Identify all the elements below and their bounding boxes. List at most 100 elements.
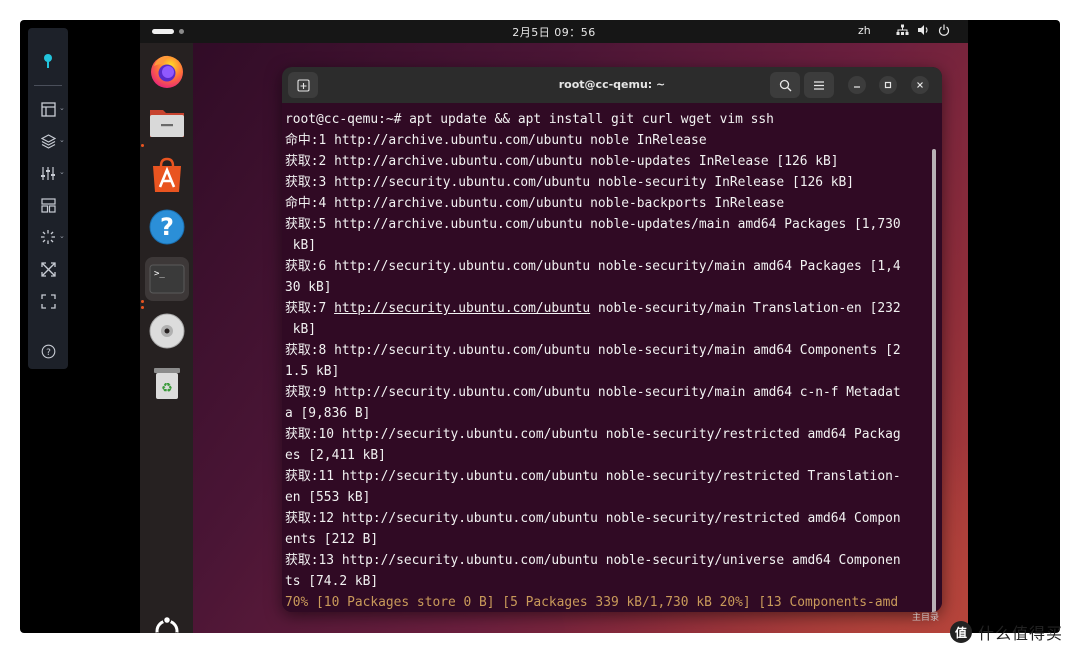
expand-icon — [40, 261, 56, 277]
minimize-icon — [854, 86, 860, 88]
svg-text:?: ? — [160, 213, 174, 241]
line-rest: noble-security/main Translation-en [232 — [590, 301, 901, 316]
terminal-line: ts [74.2 kB] — [285, 574, 379, 589]
dock-item-files[interactable] — [145, 101, 189, 145]
volume-icon — [918, 25, 928, 35]
dock-item-disc[interactable] — [145, 309, 189, 353]
files-icon — [150, 110, 184, 137]
menu-button[interactable] — [804, 72, 834, 98]
terminal-output[interactable]: root@cc-qemu:~# apt update && apt instal… — [282, 103, 942, 612]
maximize-icon — [884, 81, 892, 89]
window-layout-icon — [40, 101, 56, 117]
loading-icon — [41, 230, 55, 244]
input-language[interactable]: zh — [858, 24, 871, 37]
close-button[interactable] — [911, 76, 929, 94]
search-button[interactable] — [770, 72, 800, 98]
running-indicator — [141, 300, 144, 303]
terminal-header[interactable]: root@cc-qemu: ~ — [282, 67, 942, 103]
sliders-icon — [41, 166, 55, 180]
pin-icon — [44, 54, 52, 68]
terminal-line: 获取:8 http://security.ubuntu.com/ubuntu n… — [285, 343, 901, 358]
dock-item-help[interactable]: ? — [145, 205, 189, 249]
expand-button[interactable] — [28, 256, 68, 282]
app-center-icon — [153, 157, 181, 192]
terminal-line: 命中:1 http://archive.ubuntu.com/ubuntu no… — [285, 133, 707, 148]
layers-icon — [40, 133, 56, 149]
svg-text:>_: >_ — [154, 269, 165, 279]
dock-item-firefox[interactable] — [145, 49, 189, 93]
scrollbar[interactable] — [932, 149, 936, 612]
terminal-line: 获取:10 http://security.ubuntu.com/ubuntu … — [285, 427, 901, 442]
loading-button[interactable]: ⌄ — [28, 224, 68, 250]
terminal-line: en [553 kB] — [285, 490, 371, 505]
network-icon — [896, 24, 909, 35]
terminal-line: a [9,836 B] — [285, 406, 371, 421]
desktop-home-label[interactable]: 主目录 — [912, 610, 939, 623]
terminal-line: 命中:4 http://archive.ubuntu.com/ubuntu no… — [285, 196, 785, 211]
terminal-line: 30 kB] — [285, 280, 332, 295]
terminal-line: 获取:3 http://security.ubuntu.com/ubuntu n… — [285, 175, 855, 190]
terminal-icon: >_ — [149, 264, 185, 294]
help-button[interactable]: ? — [28, 338, 68, 364]
show-apps-button[interactable] — [145, 609, 189, 633]
maximize-button[interactable] — [879, 76, 897, 94]
terminal-line: ents [212 B] — [285, 532, 379, 547]
vm-toolbar: ⌄ ⌄ ⌄ ⌄ ? — [28, 28, 68, 369]
terminal-link[interactable]: http://security.ubuntu.com/ubuntu — [334, 301, 590, 316]
help-icon: ? — [41, 344, 55, 358]
help-icon: ? — [149, 209, 185, 245]
terminal-line: 获取:13 http://security.ubuntu.com/ubuntu … — [285, 553, 901, 568]
chevron-down-icon: ⌄ — [59, 136, 65, 144]
window-title: root@cc-qemu: ~ — [558, 78, 666, 91]
hamburger-icon — [814, 80, 824, 90]
disc-icon — [149, 313, 185, 349]
firefox-icon — [151, 55, 183, 88]
chevron-down-icon: ⌄ — [59, 168, 65, 176]
top-bar: 2月5日 09：56 zh — [140, 20, 968, 43]
terminal-line: 获取:11 http://security.ubuntu.com/ubuntu … — [285, 469, 901, 484]
search-icon — [779, 79, 791, 91]
terminal-line: 获取:5 http://archive.ubuntu.com/ubuntu no… — [285, 217, 901, 232]
settings-sliders-button[interactable]: ⌄ — [28, 160, 68, 186]
terminal-window[interactable]: root@cc-qemu: ~ root@cc-qemu:~# apt upda… — [282, 67, 942, 612]
fullscreen-button[interactable] — [28, 288, 68, 314]
terminal-lines: root@cc-qemu:~# apt update && apt instal… — [285, 109, 935, 612]
system-tray[interactable] — [896, 24, 950, 36]
layers-button[interactable]: ⌄ — [28, 128, 68, 154]
window-layout-button[interactable]: ⌄ — [28, 96, 68, 122]
watermark: 值 什么值得买 — [950, 620, 1063, 644]
line-prefix: 获取:7 — [285, 301, 335, 316]
terminal-line: kB] — [285, 322, 317, 337]
terminal-line: 获取:7 http://security.ubuntu.com/ubuntu n… — [285, 298, 935, 319]
dock-item-trash[interactable]: ♻ — [145, 361, 189, 405]
terminal-line: 获取:12 http://security.ubuntu.com/ubuntu … — [285, 511, 901, 526]
terminal-line: 获取:2 http://archive.ubuntu.com/ubuntu no… — [285, 154, 839, 169]
toolbar-divider — [34, 85, 62, 86]
dashboard-icon — [40, 197, 56, 213]
running-indicator — [141, 306, 144, 309]
dock: ? >_ ♻ — [140, 43, 193, 633]
vm-viewer-frame: ⌄ ⌄ ⌄ ⌄ ? 2月5日 09：56 zh ? >_ ♻ root@cc-q… — [20, 20, 1060, 633]
dock-item-terminal[interactable]: >_ — [145, 257, 189, 301]
pin-button[interactable] — [28, 48, 68, 74]
running-indicator — [141, 144, 144, 147]
close-icon — [917, 82, 923, 88]
dock-item-app-center[interactable] — [145, 153, 189, 197]
ubuntu-desktop: 2月5日 09：56 zh ? >_ ♻ root@cc-qemu: ~ roo… — [140, 20, 968, 633]
terminal-line: es [2,411 kB] — [285, 448, 386, 463]
minimize-button[interactable] — [848, 76, 866, 94]
svg-text:?: ? — [46, 347, 51, 357]
fullscreen-icon — [40, 293, 56, 309]
terminal-line: 获取:9 http://security.ubuntu.com/ubuntu n… — [285, 385, 901, 400]
power-icon — [938, 24, 950, 36]
ubuntu-logo-icon — [155, 615, 179, 633]
terminal-line: 1.5 kB] — [285, 364, 340, 379]
dashboard-button[interactable] — [28, 192, 68, 218]
chevron-down-icon: ⌄ — [59, 104, 65, 112]
terminal-line: kB] — [285, 238, 317, 253]
watermark-text: 什么值得买 — [978, 624, 1064, 643]
svg-text:♻: ♻ — [161, 381, 173, 396]
clock[interactable]: 2月5日 09：56 — [140, 24, 968, 40]
trash-icon: ♻ — [154, 368, 180, 399]
chevron-down-icon: ⌄ — [59, 232, 65, 240]
